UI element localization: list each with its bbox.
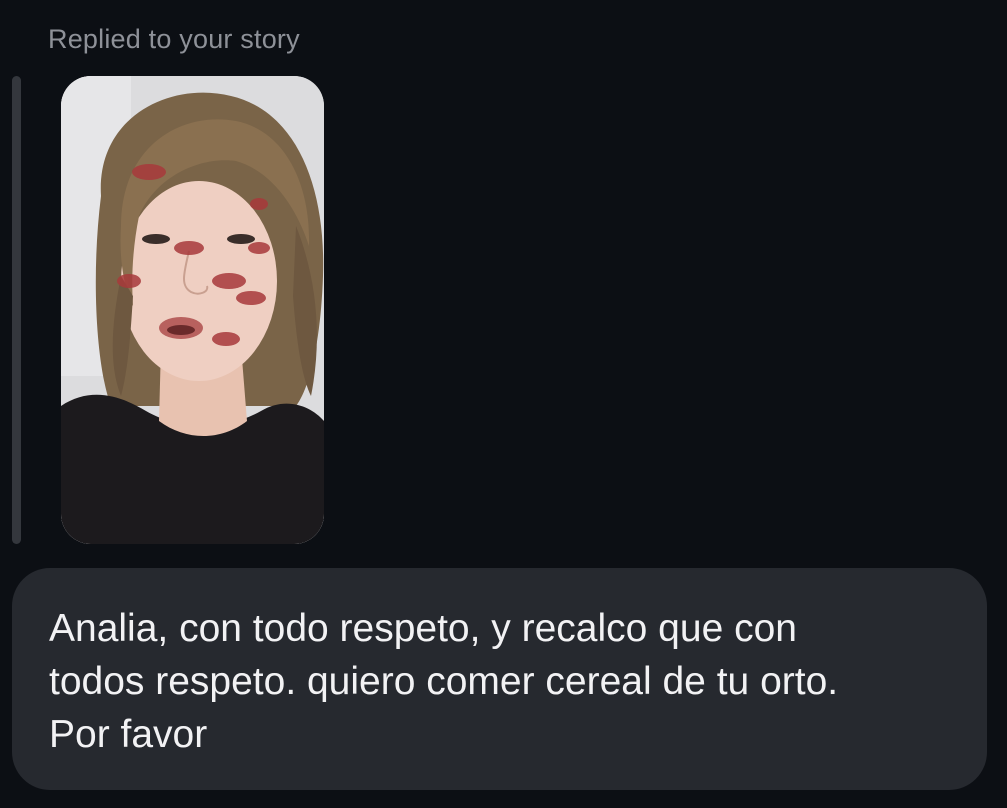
message-text: Analia, con todo respeto, y recalco que …: [49, 607, 839, 756]
dm-thread: Replied to your story Analia, con todo r…: [0, 0, 1007, 808]
message-bubble[interactable]: Analia, con todo respeto, y recalco que …: [12, 568, 987, 790]
reply-quote-bar: [12, 76, 21, 544]
replied-to-story-label: Replied to your story: [48, 24, 300, 54]
story-photo: [61, 76, 324, 544]
story-thumbnail[interactable]: [61, 76, 324, 544]
